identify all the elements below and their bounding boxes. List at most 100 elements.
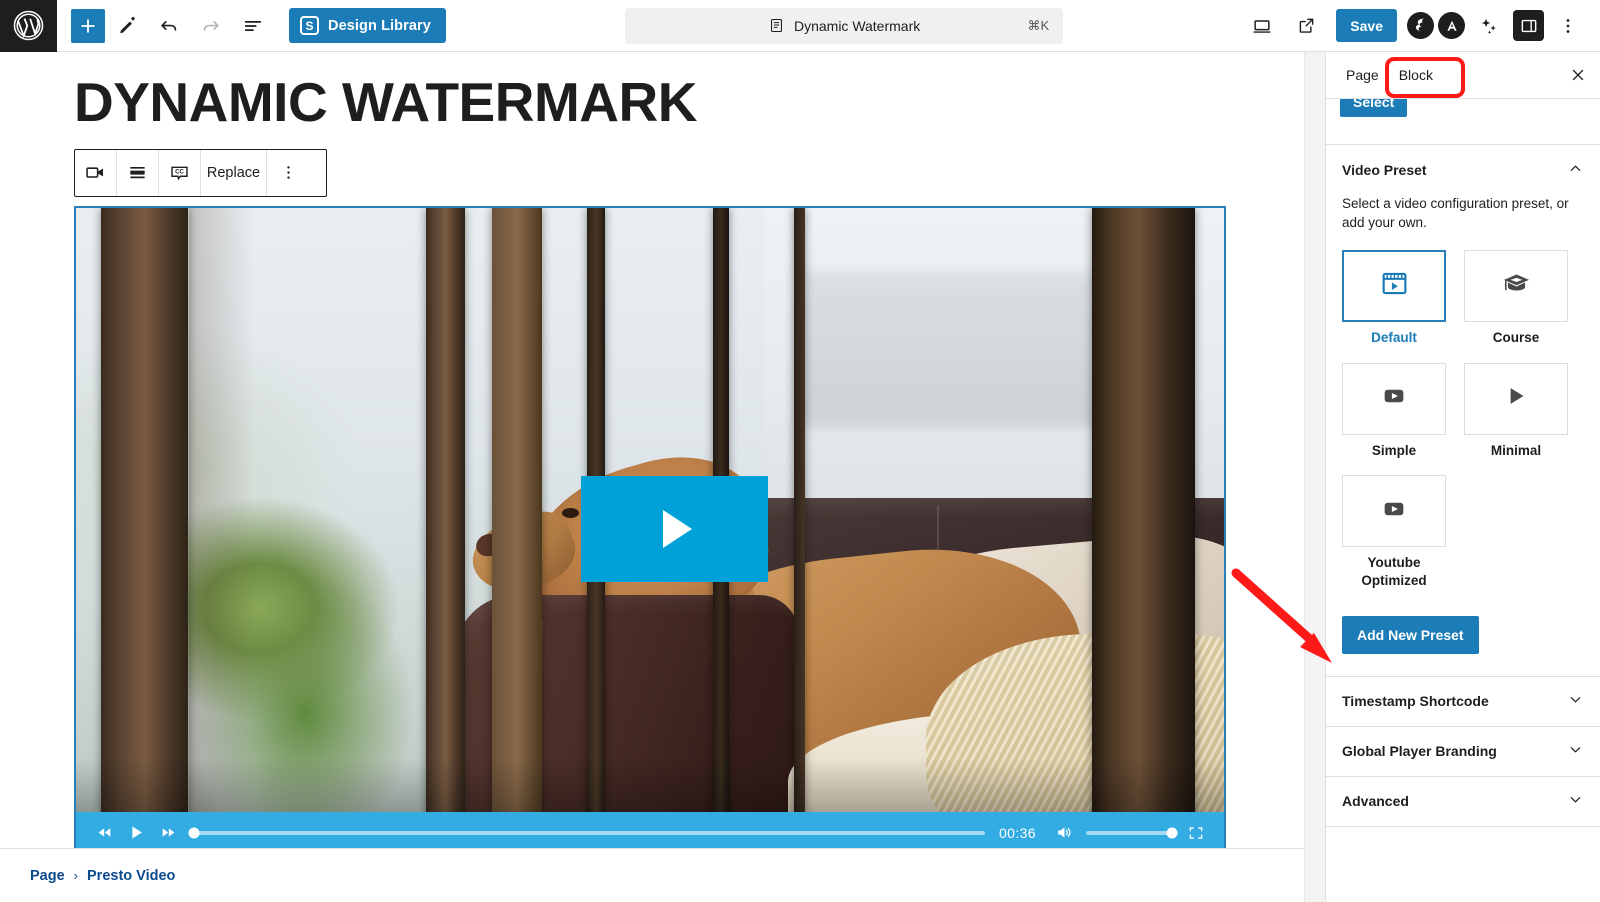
chevron-down-icon xyxy=(1567,741,1584,761)
video-preset-grid: Default Course Simple Minimal Youtube Op… xyxy=(1342,250,1584,589)
preset-default-label: Default xyxy=(1371,330,1417,346)
rewind-icon[interactable] xyxy=(88,817,120,848)
settings-sidebar: Page Block Select Video Preset Select a … xyxy=(1325,52,1600,902)
redo-icon[interactable] xyxy=(191,6,231,46)
seedprod-bolt-icon[interactable] xyxy=(1407,12,1434,39)
wordpress-logo-icon[interactable] xyxy=(0,0,57,52)
panel-global-player-branding: Global Player Branding xyxy=(1326,727,1600,777)
panel-header-video-preset[interactable]: Video Preset xyxy=(1326,145,1600,194)
block-toolbar: CC Replace xyxy=(74,148,327,197)
top-bar-right-tools: Save xyxy=(1242,6,1600,46)
panel-title-global-player-branding: Global Player Branding xyxy=(1342,743,1497,759)
preset-simple-thumb xyxy=(1342,362,1446,435)
document-icon xyxy=(768,17,785,34)
sidebar-tabs: Page Block xyxy=(1326,52,1600,99)
sidebar-toggle-icon[interactable] xyxy=(1513,10,1544,41)
undo-icon[interactable] xyxy=(149,6,189,46)
page-title[interactable]: DYNAMIC WATERMARK xyxy=(74,73,1304,132)
close-icon[interactable] xyxy=(1560,57,1596,93)
chevron-down-icon xyxy=(1567,691,1584,711)
chevron-up-icon xyxy=(1567,160,1584,180)
panel-header-timestamp-shortcode[interactable]: Timestamp Shortcode xyxy=(1326,677,1600,726)
top-bar-left-tools: S Design Library xyxy=(57,6,446,46)
play-button-icon[interactable] xyxy=(581,475,769,583)
fullscreen-icon[interactable] xyxy=(1180,817,1212,848)
chevron-down-icon xyxy=(1567,791,1584,811)
video-time: 00:36 xyxy=(998,824,1036,841)
top-bar-center: Dynamic Watermark ⌘K xyxy=(446,7,1242,44)
presto-video-block[interactable]: 00:36 xyxy=(74,205,1226,848)
aioseo-icon[interactable] xyxy=(1438,12,1465,39)
fast-forward-icon[interactable] xyxy=(152,817,184,848)
panel-video-preset: Video Preset Select a video configuratio… xyxy=(1326,145,1600,677)
panel-title-timestamp-shortcode: Timestamp Shortcode xyxy=(1342,693,1489,709)
more-options-icon[interactable] xyxy=(1548,6,1588,46)
preset-course[interactable]: Course xyxy=(1464,250,1568,347)
tools-pencil-icon[interactable] xyxy=(107,6,147,46)
svg-text:CC: CC xyxy=(175,170,184,176)
breadcrumb-item-presto-video[interactable]: Presto Video xyxy=(87,868,175,884)
closed-captions-icon[interactable]: CC xyxy=(159,149,201,196)
add-new-preset-button[interactable]: Add New Preset xyxy=(1342,615,1479,654)
preset-youtube-optimized[interactable]: Youtube Optimized xyxy=(1342,475,1446,589)
preset-minimal-thumb xyxy=(1464,362,1568,435)
editor-canvas-area: DYNAMIC WATERMARK CC Replace 00:36 Page … xyxy=(0,52,1304,902)
panel-title-advanced: Advanced xyxy=(1342,793,1409,809)
sparkles-icon[interactable] xyxy=(1469,6,1509,46)
graduation-cap-icon xyxy=(1501,268,1532,304)
video-control-bar: 00:36 xyxy=(76,811,1224,848)
preset-default[interactable]: Default xyxy=(1342,250,1446,347)
panel-advanced: Advanced xyxy=(1326,777,1600,827)
add-block-button[interactable] xyxy=(71,8,105,43)
preset-course-label: Course xyxy=(1492,330,1540,346)
breadcrumb-separator: › xyxy=(73,868,79,883)
preset-youtube-optimized-label: Youtube Optimized xyxy=(1361,555,1427,588)
view-external-icon[interactable] xyxy=(1286,6,1326,46)
panel-header-advanced[interactable]: Advanced xyxy=(1326,777,1600,826)
align-wide-icon[interactable] xyxy=(117,149,159,196)
command-title: Dynamic Watermark xyxy=(793,17,921,34)
panel-header-global-player-branding[interactable]: Global Player Branding xyxy=(1326,727,1600,776)
preset-minimal[interactable]: Minimal xyxy=(1464,362,1568,460)
replace-button[interactable]: Replace xyxy=(201,149,267,196)
preset-course-thumb xyxy=(1464,250,1568,323)
editor-body: DYNAMIC WATERMARK CC Replace 00:36 Page … xyxy=(0,52,1600,902)
document-overview-icon[interactable] xyxy=(233,6,273,46)
breadcrumb-item-page[interactable]: Page xyxy=(30,868,65,884)
preset-default-thumb xyxy=(1342,250,1446,323)
video-preset-help-text: Select a video configuration preset, or … xyxy=(1342,196,1569,231)
preview-desktop-icon[interactable] xyxy=(1242,6,1282,46)
preset-simple-label: Simple xyxy=(1371,442,1417,458)
play-box-filled-icon xyxy=(1380,382,1408,415)
panel-body-video-preset: Select a video configuration preset, or … xyxy=(1326,194,1600,676)
sidebar-scroll-region[interactable]: Select Video Preset Select a video confi… xyxy=(1326,99,1600,902)
breadcrumb: Page › Presto Video xyxy=(0,848,1304,902)
play-icon[interactable] xyxy=(120,817,152,848)
video-camera-icon[interactable] xyxy=(75,149,117,196)
design-library-button[interactable]: S Design Library xyxy=(289,8,446,43)
select-row: Select xyxy=(1326,99,1600,145)
panel-title-video-preset: Video Preset xyxy=(1342,161,1427,178)
preset-simple[interactable]: Simple xyxy=(1342,362,1446,460)
volume-handle[interactable] xyxy=(1166,827,1178,839)
command-shortcut: ⌘K xyxy=(1027,17,1050,33)
design-library-label: Design Library xyxy=(328,17,431,34)
volume-slider[interactable] xyxy=(1086,827,1178,839)
save-button[interactable]: Save xyxy=(1336,9,1397,42)
play-box-filled-icon xyxy=(1380,495,1408,528)
editor-top-bar: S Design Library Dynamic Watermark ⌘K Sa… xyxy=(0,0,1600,52)
sidebar-gutter xyxy=(1304,52,1325,902)
play-triangle-icon xyxy=(1502,382,1530,415)
volume-high-icon[interactable] xyxy=(1048,817,1080,848)
select-button[interactable]: Select xyxy=(1340,99,1408,117)
tab-page[interactable]: Page xyxy=(1336,52,1389,98)
block-more-options-icon[interactable] xyxy=(267,150,309,196)
panel-timestamp-shortcode: Timestamp Shortcode xyxy=(1326,677,1600,727)
progress-handle[interactable] xyxy=(188,827,200,839)
video-progress-slider[interactable] xyxy=(188,827,985,839)
command-palette-button[interactable]: Dynamic Watermark ⌘K xyxy=(625,7,1064,44)
tab-block[interactable]: Block xyxy=(1389,52,1443,98)
post-canvas: DYNAMIC WATERMARK CC Replace 00:36 xyxy=(0,52,1304,848)
wordpress-block-editor: S Design Library Dynamic Watermark ⌘K Sa… xyxy=(0,0,1600,902)
preset-minimal-label: Minimal xyxy=(1490,442,1542,458)
